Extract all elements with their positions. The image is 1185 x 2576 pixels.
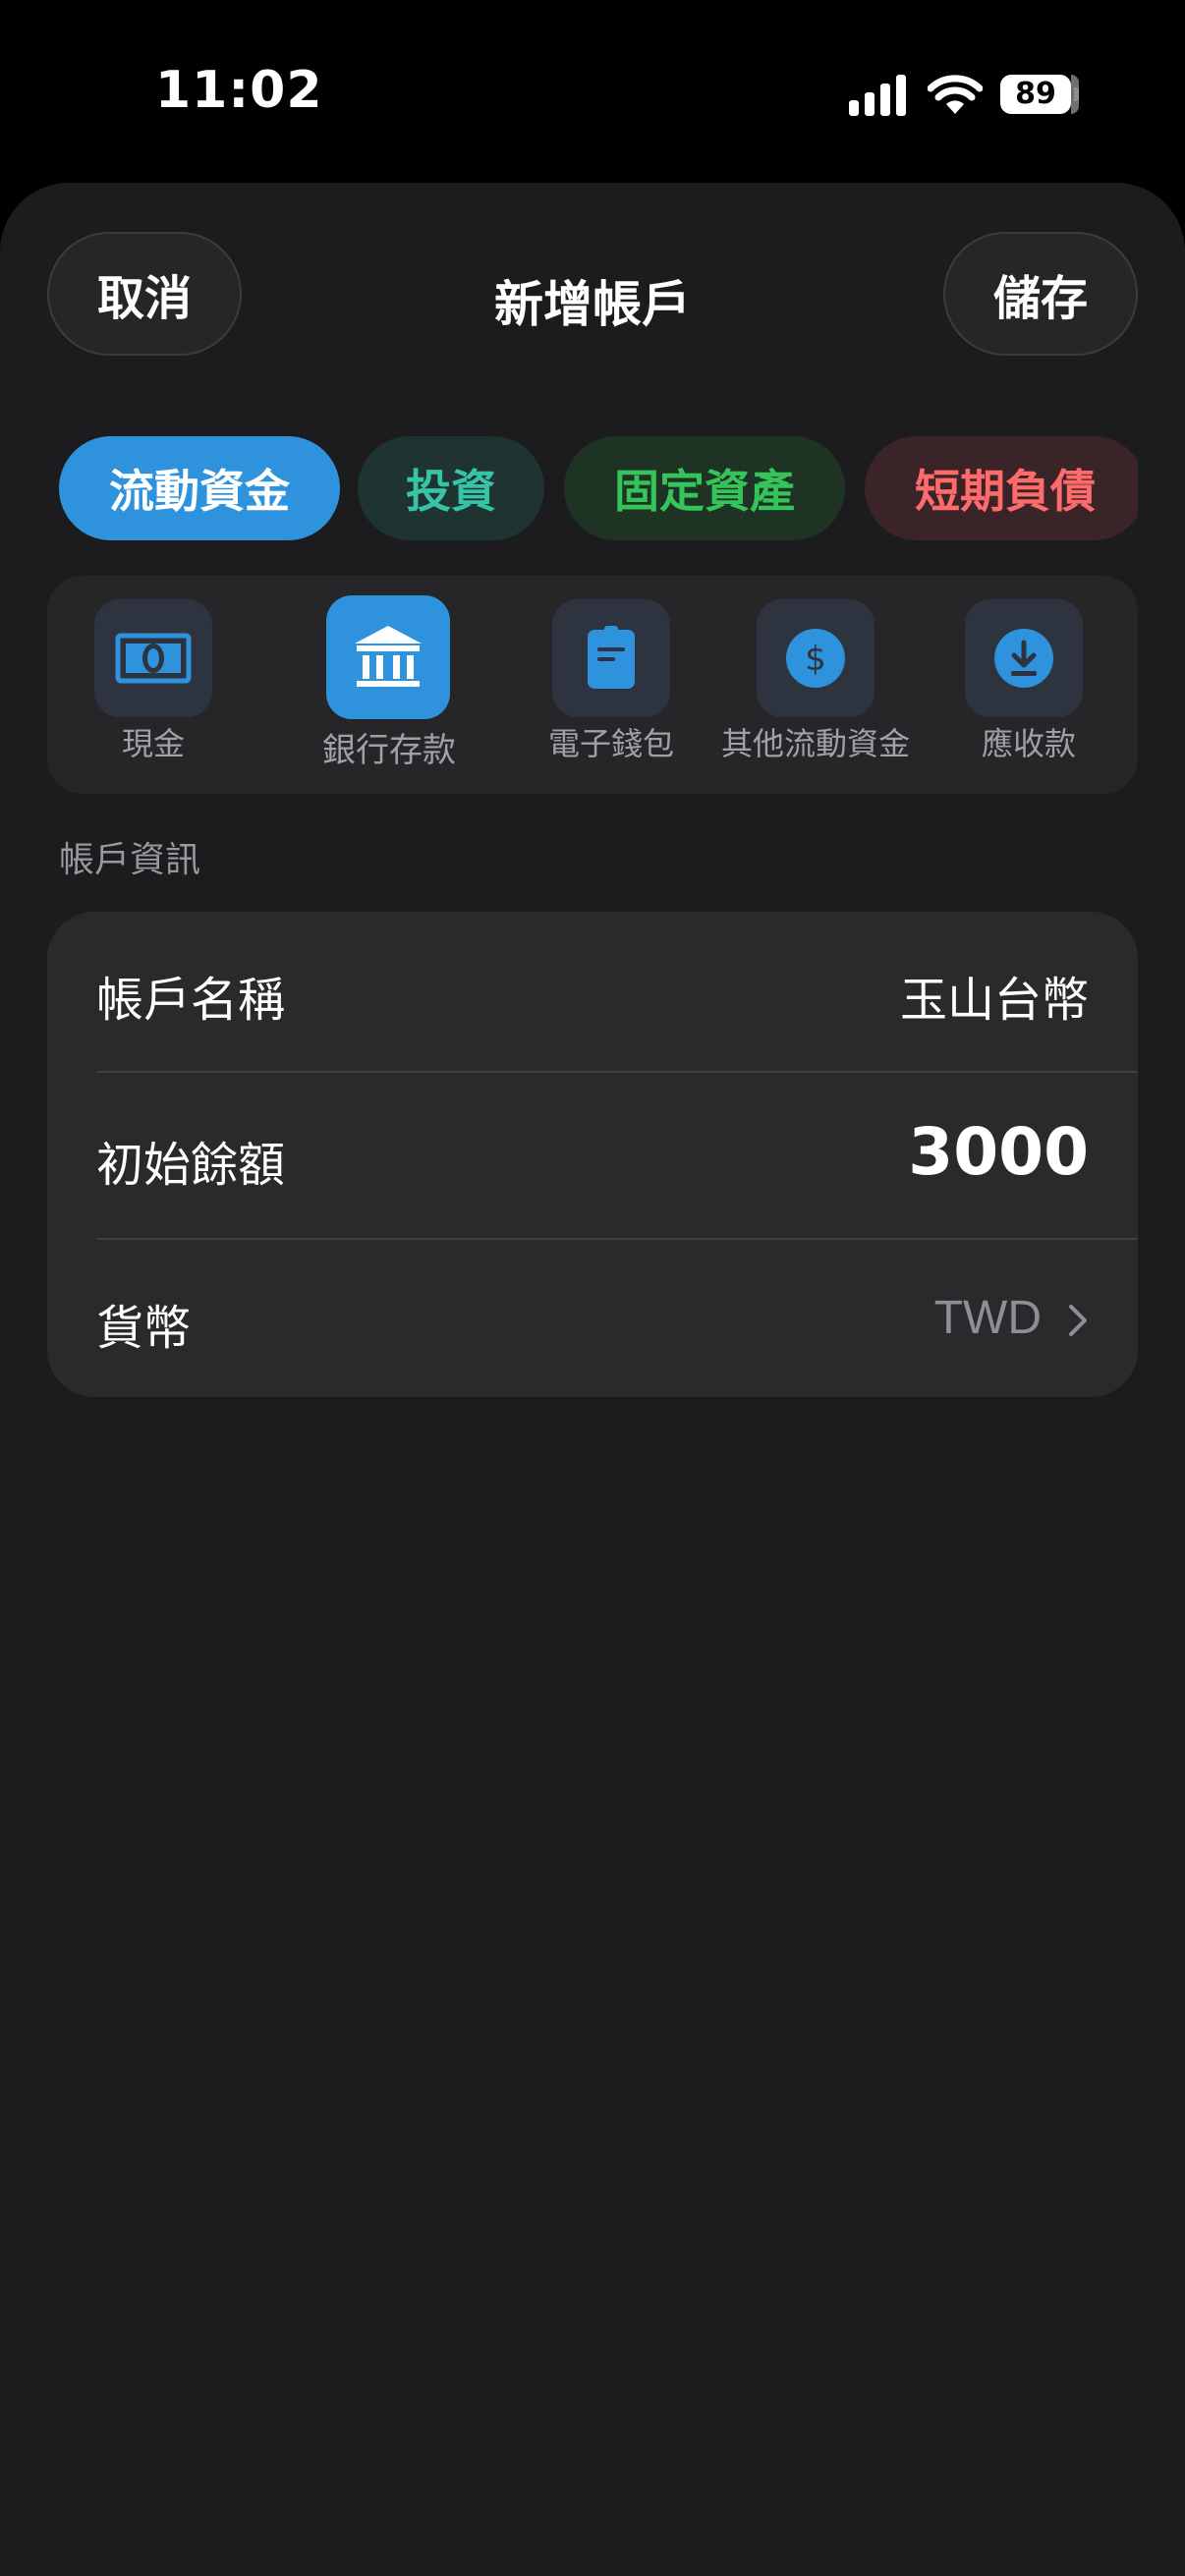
save-button[interactable]: 儲存 xyxy=(943,232,1138,356)
status-time: 11:02 xyxy=(155,61,323,120)
currency-label: 貨幣 xyxy=(96,1301,192,1356)
account-type-picker: 現金 銀行存款 電子錢包 $ 其他流動資金 應收款 xyxy=(47,576,1138,794)
account-type-cash[interactable]: 現金 xyxy=(67,576,240,794)
download-icon xyxy=(965,599,1083,717)
wifi-icon xyxy=(928,75,983,114)
chevron-right-icon xyxy=(1069,1305,1087,1336)
account-type-bank[interactable]: 銀行存款 xyxy=(281,576,497,794)
cellular-signal-icon xyxy=(849,75,908,116)
account-type-other-liquid[interactable]: $ 其他流動資金 xyxy=(707,576,924,794)
battery-icon: 89 xyxy=(1000,75,1079,114)
account-type-label: 其他流動資金 xyxy=(720,725,910,762)
account-type-label: 銀行存款 xyxy=(322,731,456,770)
account-info-card: 帳戶名稱 玉山台幣 初始餘額 3000 貨幣 TWD xyxy=(47,912,1138,1397)
tab-short-term-liabilities[interactable]: 短期負債 xyxy=(865,436,1138,540)
initial-balance-row[interactable]: 初始餘額 3000 xyxy=(47,1073,1138,1238)
account-type-label: 電子錢包 xyxy=(547,725,674,762)
bank-icon xyxy=(326,595,450,719)
wallet-icon xyxy=(552,599,670,717)
initial-balance-label: 初始餘額 xyxy=(96,1138,286,1193)
cash-icon xyxy=(94,599,212,717)
section-header-account-info: 帳戶資訊 xyxy=(59,840,201,880)
account-type-label: 應收款 xyxy=(981,725,1076,762)
currency-value: TWD xyxy=(933,1292,1042,1344)
initial-balance-input[interactable]: 3000 xyxy=(908,1114,1089,1190)
tab-investment[interactable]: 投資 xyxy=(358,436,544,540)
status-bar: 11:02 89 xyxy=(0,0,1185,177)
account-type-ewallet[interactable]: 電子錢包 xyxy=(513,576,709,794)
tab-liquid-funds[interactable]: 流動資金 xyxy=(59,436,340,540)
battery-level: 89 xyxy=(1015,77,1056,111)
account-name-input[interactable]: 玉山台幣 xyxy=(900,961,1089,1030)
currency-row[interactable]: 貨幣 TWD xyxy=(47,1240,1138,1397)
add-account-sheet: 取消 新增帳戶 儲存 流動資金 投資 固定資產 短期負債 現金 銀行存款 電子錢… xyxy=(0,183,1185,2576)
category-tabs: 流動資金 投資 固定資產 短期負債 xyxy=(59,436,1138,540)
account-type-receivable[interactable]: 應收款 xyxy=(935,576,1122,794)
account-name-row[interactable]: 帳戶名稱 玉山台幣 xyxy=(47,912,1138,1071)
svg-text:$: $ xyxy=(805,640,826,679)
account-type-label: 現金 xyxy=(121,725,185,762)
account-name-label: 帳戶名稱 xyxy=(96,973,286,1028)
tab-fixed-assets[interactable]: 固定資產 xyxy=(564,436,845,540)
dollar-icon: $ xyxy=(757,599,875,717)
